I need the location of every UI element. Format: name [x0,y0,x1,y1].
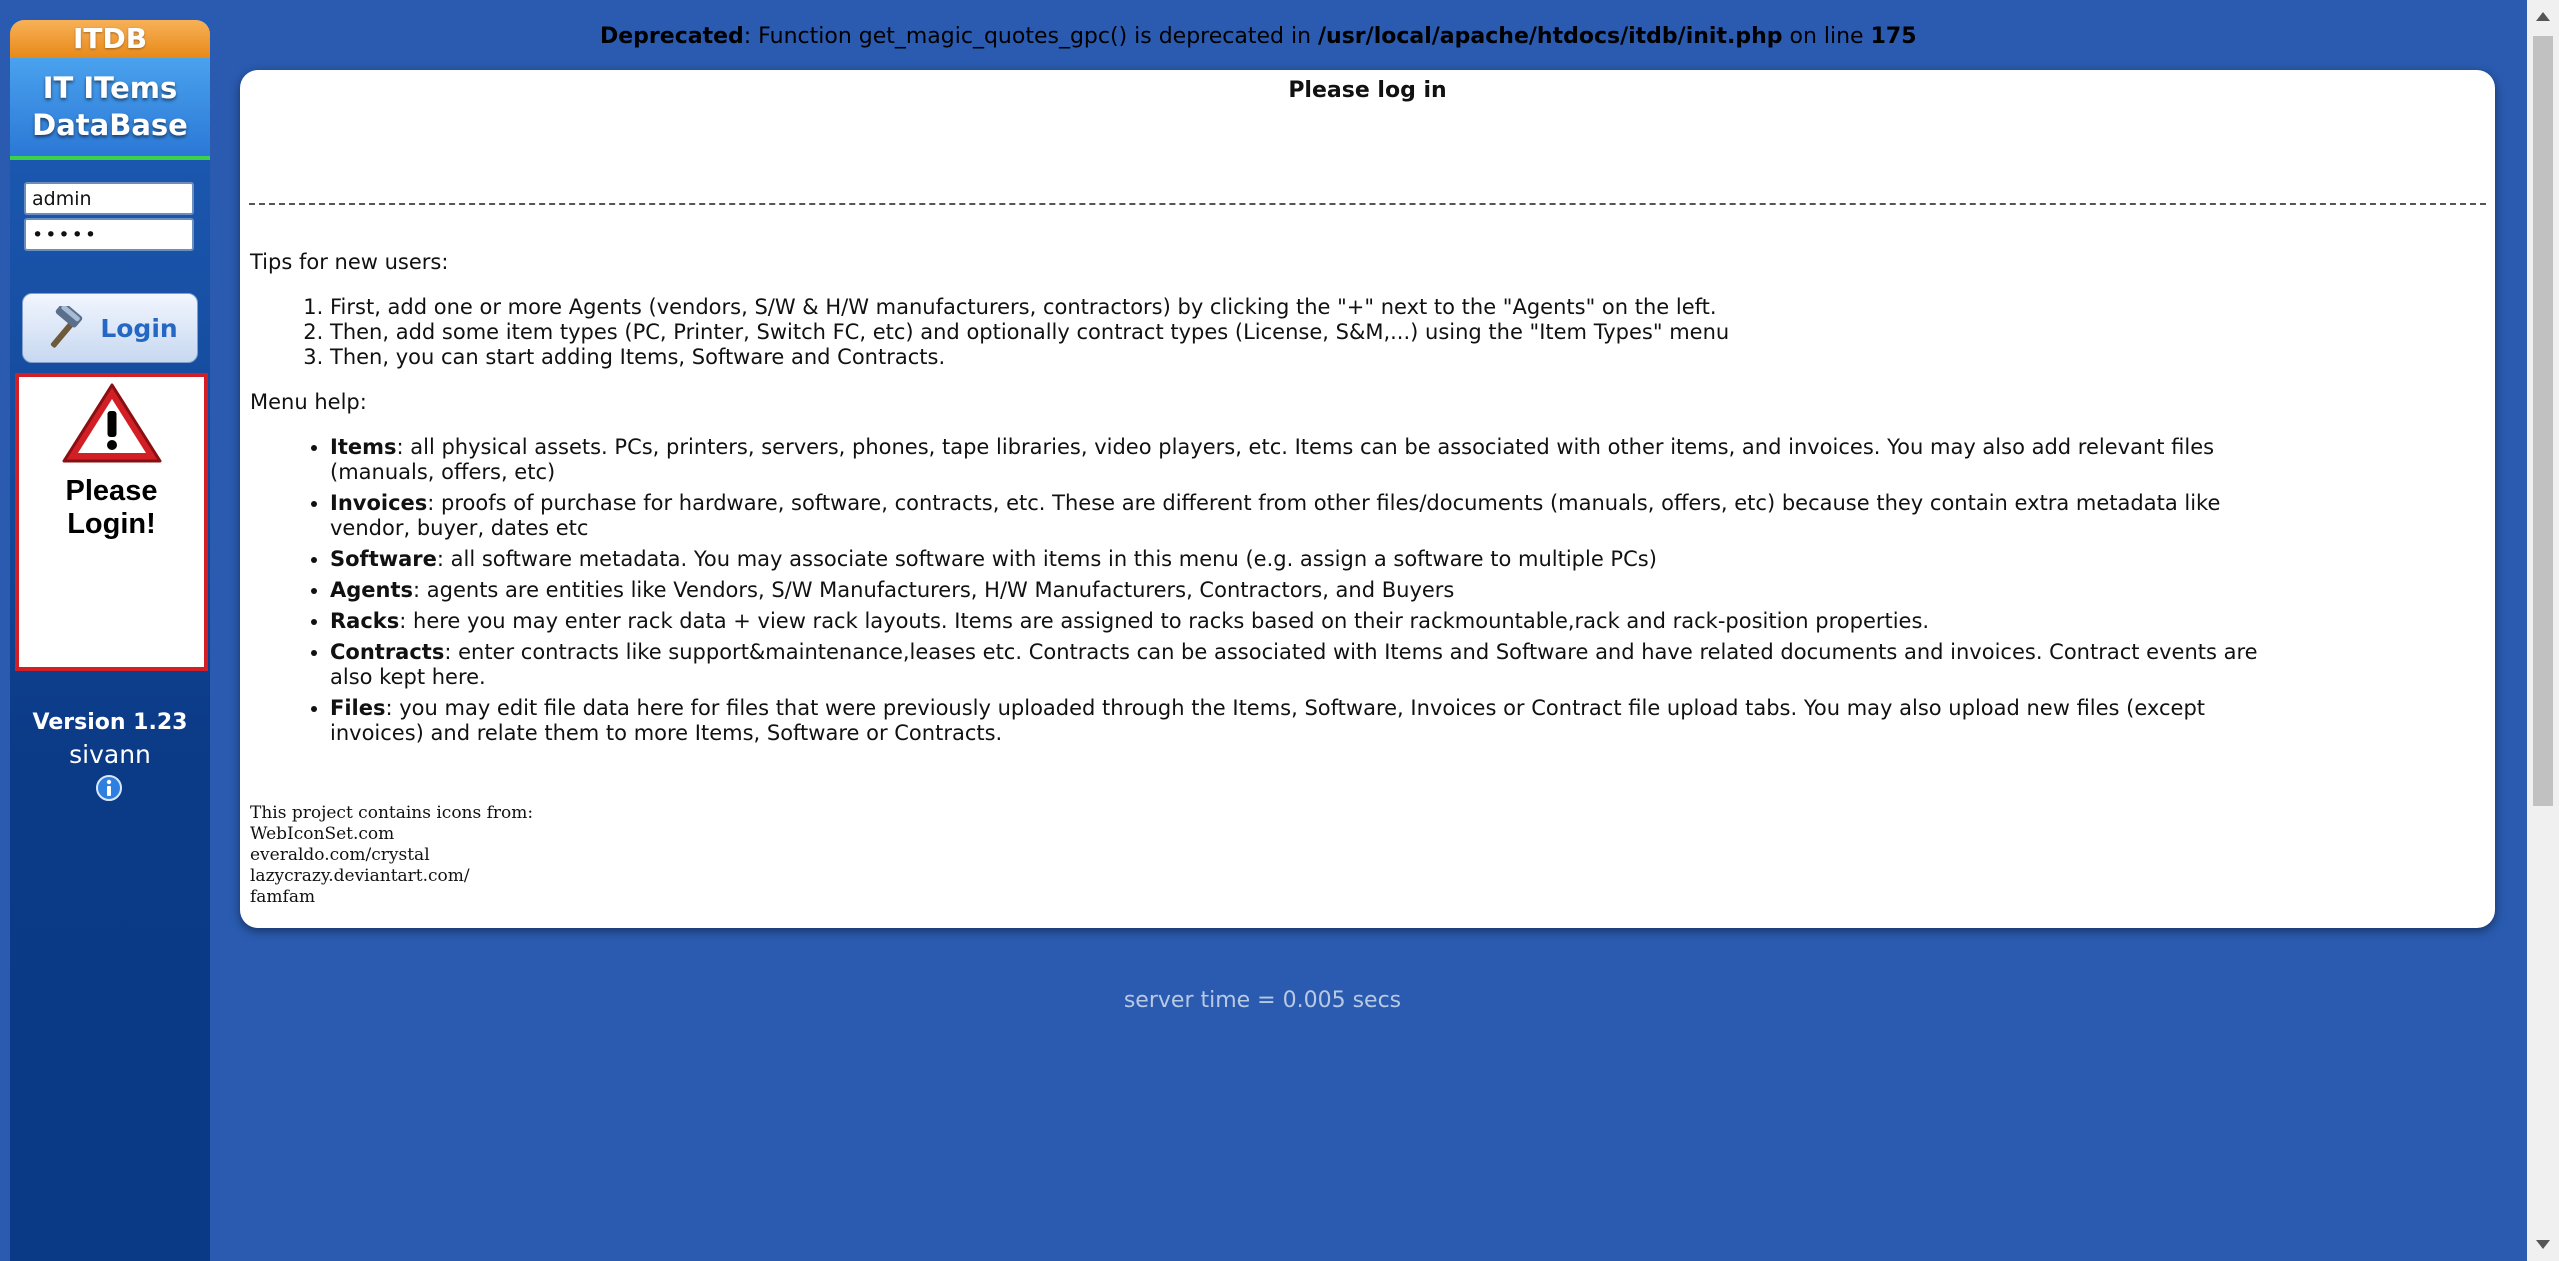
menu-help-term: Racks [330,609,400,633]
tip-item: First, add one or more Agents (vendors, … [330,295,2280,320]
menu-help-desc: : all physical assets. PCs, printers, se… [330,435,2215,484]
brand-line-1: IT ITems [42,71,178,105]
menu-help-term: Software [330,547,437,571]
page-title: Please log in [1288,78,1447,103]
warning-line-1: Please [65,475,158,507]
icon-credits: This project contains icons from: WebIco… [250,803,533,908]
main-card: Please log in Tips for new users: First,… [240,70,2495,928]
menu-help-item: Files: you may edit file data here for f… [330,696,2280,746]
deprecated-path: /usr/local/apache/htdocs/itdb/init.php [1318,24,1783,49]
tips-heading: Tips for new users: [250,250,449,274]
deprecated-text-2: on line [1782,24,1871,49]
menu-help-desc: : you may edit file data here for files … [330,696,2206,745]
menu-help-item: Invoices: proofs of purchase for hardwar… [330,491,2280,541]
credit-link[interactable]: lazycrazy.deviantart.com/ [250,866,533,887]
deprecated-label: Deprecated [600,24,744,49]
menu-help-item: Items: all physical assets. PCs, printer… [330,435,2280,485]
menu-help-term: Agents [330,578,414,602]
scrollbar-thumb[interactable] [2533,36,2553,806]
warning-line-2: Login! [67,508,156,540]
tip-item: Then, add some item types (PC, Printer, … [330,320,2280,345]
divider [249,203,2486,205]
scroll-down-arrow-icon[interactable] [2536,1240,2550,1249]
menu-help-heading: Menu help: [250,390,367,414]
tips-list: First, add one or more Agents (vendors, … [250,295,2280,370]
menu-help-term: Invoices [330,491,428,515]
credit-link[interactable]: famfam [250,887,533,908]
scroll-up-arrow-icon[interactable] [2536,12,2550,21]
credits-heading: This project contains icons from: [250,803,534,823]
menu-help-term: Files [330,696,386,720]
vertical-scrollbar[interactable] [2527,0,2559,1261]
login-button[interactable]: Login [22,293,198,363]
password-input[interactable] [24,218,194,251]
menu-help-item: Software: all software metadata. You may… [330,547,2280,572]
credit-link[interactable]: everaldo.com/crystal [250,845,533,866]
help-content: Tips for new users: First, add one or mo… [250,250,2280,752]
menu-help-item: Contracts: enter contracts like support&… [330,640,2280,690]
deprecated-line-number: 175 [1870,24,1917,49]
menu-help-desc: : enter contracts like support&maintenan… [330,640,2258,689]
brand-line-2: DataBase [32,108,188,142]
username-input[interactable] [24,182,194,215]
deprecated-text-1: : Function get_magic_quotes_gpc() is dep… [743,24,1319,49]
version-label: Version 1.23 [32,710,188,735]
sidebar: ITDB IT ITems DataBase Login Please Logi… [10,20,210,1261]
brand-tab: ITDB [10,20,210,58]
deprecation-notice: Deprecated: Function get_magic_quotes_gp… [600,24,1917,49]
menu-help-desc: : all software metadata. You may associa… [436,547,1657,571]
author-label: sivann [69,740,151,769]
menu-help-item: Racks: here you may enter rack data + vi… [330,609,2280,634]
warning-icon [62,383,161,463]
menu-help-term: Contracts [330,640,445,664]
credit-link[interactable]: WebIconSet.com [250,824,533,845]
server-time: server time = 0.005 secs [1123,988,1402,1013]
login-button-label: Login [100,313,178,343]
info-icon[interactable] [96,775,122,801]
menu-help-term: Items [330,435,397,459]
login-warning-box: Please Login! [15,373,208,671]
tip-item: Then, you can start adding Items, Softwa… [330,345,2280,370]
brand-logo[interactable]: IT ITems DataBase [10,58,210,160]
menu-help-desc: : agents are entities like Vendors, S/W … [413,578,1455,602]
menu-help-desc: : here you may enter rack data + view ra… [399,609,1930,633]
menu-help-item: Agents: agents are entities like Vendors… [330,578,2280,603]
menu-help-desc: : proofs of purchase for hardware, softw… [330,491,2221,540]
menu-help-list: Items: all physical assets. PCs, printer… [250,435,2280,746]
hammer-icon [51,306,83,348]
